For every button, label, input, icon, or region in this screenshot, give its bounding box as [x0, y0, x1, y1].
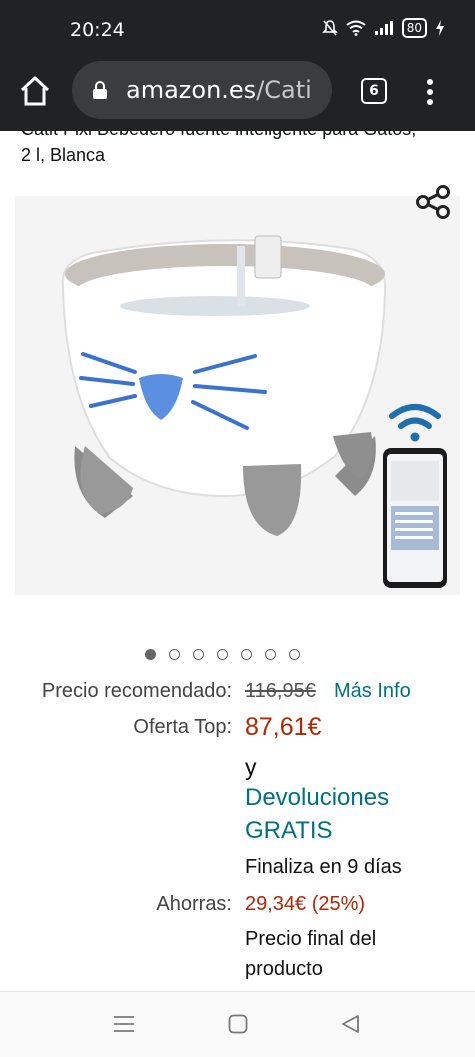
- carousel-dot[interactable]: [169, 649, 180, 660]
- tabs-icon[interactable]: 6: [361, 78, 387, 104]
- carousel-dot[interactable]: [241, 649, 252, 660]
- charging-icon: [436, 20, 444, 36]
- free-returns-link-line2[interactable]: GRATIS: [245, 817, 333, 845]
- savings-value: 29,34€ (25%): [245, 893, 366, 915]
- signal-icon: [374, 21, 393, 35]
- free-returns-link-line1[interactable]: Devoluciones: [245, 784, 389, 812]
- fountain-illustration: [15, 196, 460, 595]
- battery-icon: 80: [401, 18, 427, 38]
- final-price-note-line2: producto: [245, 958, 323, 980]
- offer-label: Oferta Top:: [133, 716, 232, 738]
- url-path: /Cati: [256, 76, 312, 104]
- status-icons: 80: [321, 18, 445, 38]
- mute-icon: [321, 20, 338, 36]
- recommended-price-label: Precio recomendado:: [41, 680, 232, 702]
- back-icon[interactable]: [340, 1014, 360, 1034]
- image-carousel-dots: [145, 649, 300, 660]
- carousel-dot[interactable]: [265, 649, 276, 660]
- browser-chrome: 20:24 80 amazon.es/Cati 6: [0, 0, 475, 131]
- menu-icon[interactable]: [426, 78, 434, 106]
- final-price-note-line1: Precio final del: [245, 928, 377, 950]
- product-title-line1: Catit Pixi Bebedero fuente inteligente p…: [21, 131, 416, 140]
- carousel-dot[interactable]: [289, 649, 300, 660]
- home-icon[interactable]: [18, 74, 52, 108]
- recommended-price: 116,95€: [245, 680, 316, 702]
- product-title-line2: 2 l, Blanca: [21, 145, 106, 165]
- more-info-link[interactable]: Más Info: [334, 680, 411, 703]
- lock-icon: [93, 81, 107, 99]
- carousel-dot[interactable]: [145, 649, 156, 660]
- product-title: Catit Pixi Bebedero fuente inteligente p…: [21, 131, 461, 171]
- product-image[interactable]: [15, 196, 460, 595]
- carousel-dot[interactable]: [217, 649, 228, 660]
- offer-ends-text: Finaliza en 9 días: [245, 856, 402, 878]
- savings-label: Ahorras:: [156, 893, 232, 915]
- and-text: y: [245, 754, 257, 780]
- carousel-dot[interactable]: [193, 649, 204, 660]
- wifi-status-icon: [346, 20, 366, 36]
- url-domain: amazon.es: [126, 76, 257, 104]
- offer-price: 87,61€: [245, 713, 322, 741]
- recents-icon[interactable]: [113, 1014, 135, 1034]
- home-nav-icon[interactable]: [228, 1014, 248, 1034]
- system-navigation-bar: [0, 991, 475, 1057]
- url-text[interactable]: amazon.es/Cati: [126, 76, 322, 104]
- status-time: 20:24: [70, 19, 125, 41]
- share-icon[interactable]: [413, 182, 453, 222]
